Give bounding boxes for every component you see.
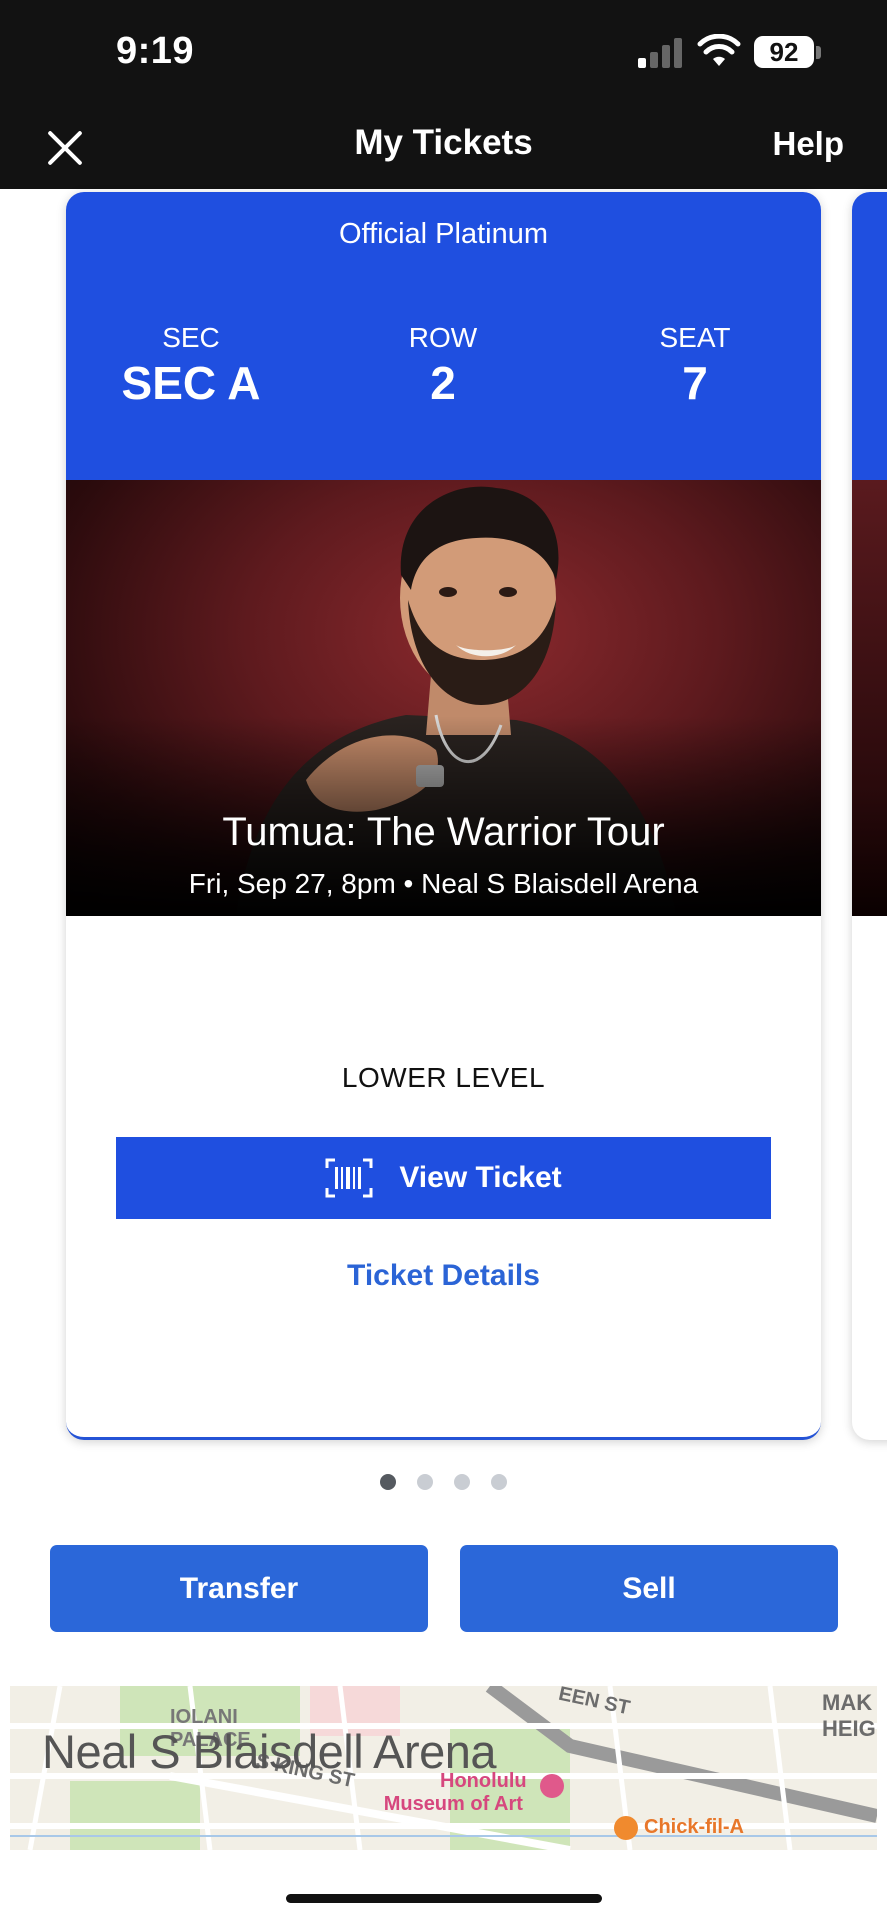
battery-icon: 92 [754, 36, 814, 68]
page-dot[interactable] [491, 1474, 507, 1490]
venue-map[interactable]: IOLANI PALACE S KING ST EEN ST MAK HEIGH… [10, 1686, 877, 1850]
row-info: ROW 2 [343, 322, 543, 410]
map-poi-chick-fil-a[interactable]: Chick-fil-A [644, 1816, 744, 1839]
seat-value: 7 [682, 357, 708, 409]
status-bar: 9:19 92 [0, 0, 887, 105]
section-info: SEC SEC A [91, 322, 291, 410]
event-info: Fri, Sep 27, 8pm • Neal S Blaisdell Aren… [188, 868, 699, 899]
event-title: Tumua: The Warrior Tour [222, 810, 665, 854]
museum-pin-icon[interactable] [540, 1774, 564, 1798]
map-label-heights: MAK HEIGH [822, 1690, 877, 1742]
ticket-details-link[interactable]: Ticket Details [66, 1259, 821, 1293]
page-title: My Tickets [354, 123, 533, 162]
map-poi-museum-line2: Museum of Art [383, 1793, 523, 1815]
sell-button[interactable]: Sell [460, 1545, 838, 1632]
restaurant-pin-icon[interactable] [614, 1816, 638, 1840]
map-label-heights-line2: HEIGH [822, 1716, 877, 1741]
map-poi-museum[interactable]: Honolulu Museum of Art [384, 1770, 527, 1816]
barcode-icon [325, 1158, 373, 1198]
nav-bar: My Tickets Help [0, 105, 887, 189]
row-value: 2 [430, 357, 456, 409]
page-dot[interactable] [417, 1474, 433, 1490]
signal-icon [638, 38, 686, 68]
map-label-heights-line1: MAK [822, 1690, 873, 1715]
section-label: SEC [162, 322, 220, 353]
next-ticket-card[interactable] [852, 192, 887, 1440]
page-indicator [380, 1474, 520, 1492]
ticket-header: Official Platinum SEC SEC A ROW 2 SEAT 7 [66, 192, 821, 480]
ticket-type: Official Platinum [339, 218, 548, 250]
wifi-icon [697, 34, 741, 66]
seat-info: SEAT 7 [595, 322, 795, 410]
transfer-button[interactable]: Transfer [50, 1545, 428, 1632]
battery-tip [816, 46, 821, 59]
help-link[interactable]: Help [772, 125, 844, 163]
view-ticket-label: View Ticket [399, 1161, 562, 1194]
event-image: Tumua: The Warrior Tour Fri, Sep 27, 8pm… [66, 480, 821, 916]
section-value: SEC A [121, 357, 261, 409]
home-indicator [286, 1894, 602, 1903]
map-venue-label: Neal S Blaisdell Arena [42, 1725, 497, 1778]
page-dot[interactable] [380, 1474, 396, 1490]
seat-label: SEAT [659, 322, 731, 353]
page-dot[interactable] [454, 1474, 470, 1490]
ticket-card[interactable]: Official Platinum SEC SEC A ROW 2 SEAT 7 [66, 192, 821, 1440]
row-label: ROW [408, 322, 478, 353]
status-time: 9:19 [116, 30, 195, 72]
ticket-level: LOWER LEVEL [341, 1062, 546, 1093]
map-poi-museum-line1: Honolulu [440, 1770, 527, 1792]
view-ticket-button[interactable]: View Ticket [116, 1137, 771, 1219]
